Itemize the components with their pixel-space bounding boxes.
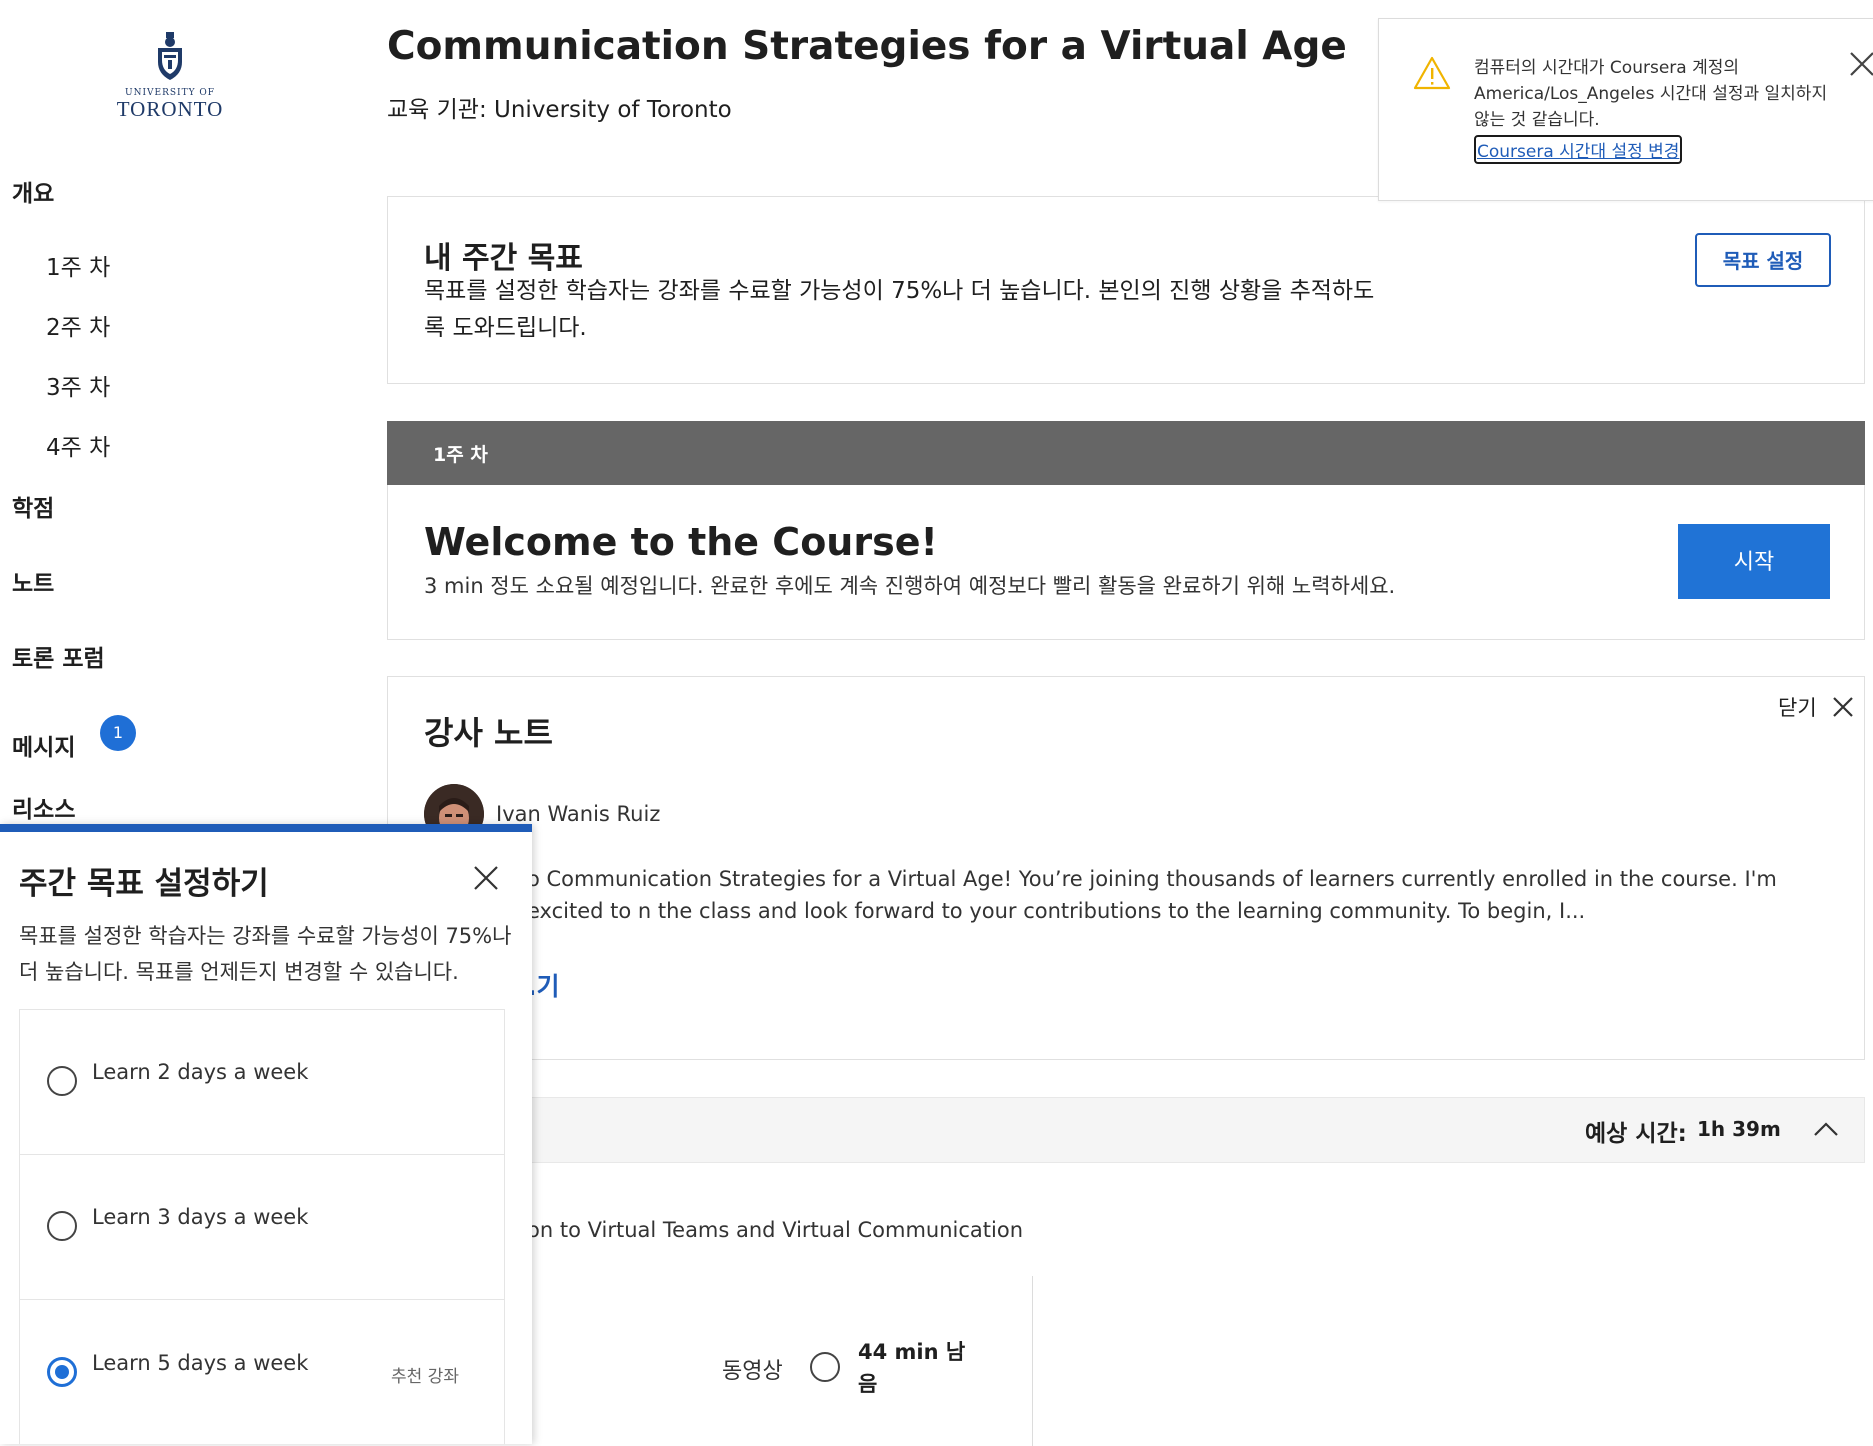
sidebar-item-grades[interactable]: 학점 — [12, 489, 54, 523]
timezone-settings-link[interactable]: Coursera 시간대 설정 변경 — [1473, 135, 1683, 164]
sidebar-item-notes[interactable]: 노트 — [12, 564, 54, 598]
crest-icon — [158, 32, 182, 80]
chevron-up-icon[interactable] — [1812, 1118, 1840, 1140]
week-1-header-bar — [387, 421, 1865, 485]
sidebar-item-forums[interactable]: 토론 포럼 — [12, 639, 105, 673]
estimated-time-value: 1h 39m — [1697, 1117, 1781, 1141]
course-title: Communication Strategies for a Virtual A… — [387, 24, 1347, 69]
close-icon[interactable] — [1830, 694, 1856, 720]
warning-icon — [1413, 56, 1451, 90]
week-1-header-label: 1주 차 — [433, 444, 488, 466]
goal-option-label: Learn 5 days a week — [92, 1351, 309, 1375]
module-divider — [1032, 1276, 1033, 1446]
logo-big-text: TORONTO — [116, 97, 224, 121]
instructor-note-title: 강사 노트 — [424, 714, 553, 752]
sidebar-item-messages[interactable]: 메시지 — [12, 728, 75, 762]
video-status-circle-icon — [810, 1352, 840, 1382]
sidebar-item-week-1[interactable]: 1주 차 — [46, 248, 110, 282]
timezone-message: 컴퓨터의 시간대가 Coursera 계정의 America/Los_Angel… — [1474, 58, 1828, 130]
modal-description: 목표를 설정한 학습자는 강좌를 수료할 가능성이 75%나 더 높습니다. 목… — [19, 924, 512, 984]
goal-option-label: Learn 3 days a week — [92, 1205, 309, 1229]
course-provider: 교육 기관: University of Toronto — [387, 97, 732, 123]
radio-3-days[interactable] — [47, 1211, 77, 1241]
welcome-description: 3 min 정도 소요될 예정입니다. 완료한 후에도 계속 진행하여 예정보다… — [424, 574, 1396, 598]
close-icon[interactable] — [1848, 50, 1873, 78]
recommended-tag: 추천 강좌 — [391, 1367, 459, 1387]
video-remaining-time: 44 min 남음 — [858, 1340, 966, 1396]
university-logo[interactable]: UNIVERSITY OF TORONTO — [110, 30, 230, 120]
sidebar-item-week-2[interactable]: 2주 차 — [46, 308, 110, 342]
goal-option-label: Learn 2 days a week — [92, 1060, 309, 1084]
instructor-note-close-label[interactable]: 닫기 — [1778, 692, 1817, 722]
instructor-note-body: o Communication Strategies for a Virtual… — [527, 867, 1777, 923]
messages-count-badge: 1 — [100, 715, 136, 751]
set-goal-button[interactable]: 목표 설정 — [1695, 233, 1831, 287]
weekly-goal-title: 내 주간 목표 — [424, 241, 583, 276]
modal-title: 주간 목표 설정하기 — [19, 866, 269, 902]
welcome-title: Welcome to the Course! — [424, 520, 938, 564]
radio-2-days[interactable] — [47, 1066, 77, 1096]
weekly-goal-description: 목표를 설정한 학습자는 강좌를 수료할 가능성이 75%나 더 높습니다. 본… — [424, 278, 1375, 341]
sidebar-item-week-4[interactable]: 4주 차 — [46, 428, 110, 462]
sidebar-item-week-3[interactable]: 3주 차 — [46, 368, 110, 402]
sidebar-item-resources[interactable]: 리소스 — [12, 790, 75, 824]
start-button[interactable]: 시작 — [1678, 524, 1830, 599]
instructor-name: Ivan Wanis Ruiz — [496, 802, 661, 826]
sidebar-item-overview[interactable]: 개요 — [12, 174, 54, 208]
close-icon[interactable] — [472, 864, 500, 892]
module-title[interactable]: on to Virtual Teams and Virtual Communic… — [527, 1218, 1023, 1242]
radio-5-days-selected[interactable] — [47, 1357, 77, 1387]
video-label: 동영상 — [722, 1359, 783, 1384]
estimated-time-label: 예상 시간: — [1585, 1121, 1687, 1147]
